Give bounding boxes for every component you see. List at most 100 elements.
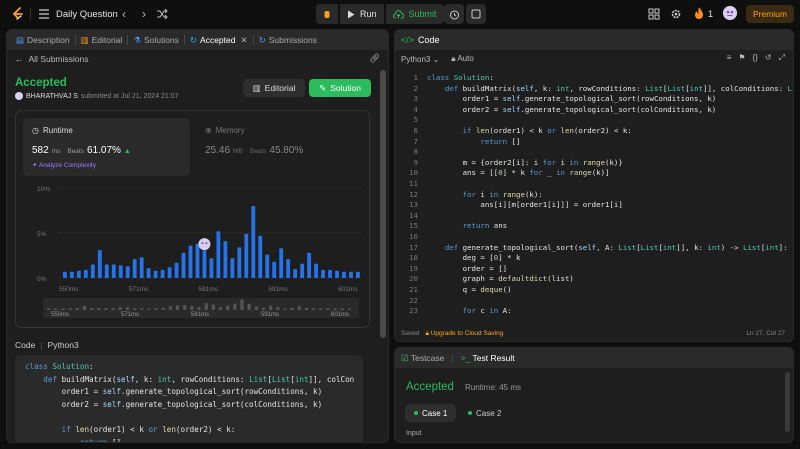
- mini-bar: [226, 305, 230, 310]
- memory-value: 25.46: [205, 145, 231, 156]
- link-icon[interactable]: 🔗︎: [369, 53, 380, 64]
- tab-test-result[interactable]: >_ Test Result: [461, 353, 515, 363]
- premium-button[interactable]: Premium: [746, 5, 794, 23]
- shuffle-icon[interactable]: [156, 8, 168, 20]
- tab-submissions[interactable]: ↻ Submissions: [254, 30, 322, 50]
- runtime-card[interactable]: ◷ Runtime 582 ms Beats 61.07% ▲ ✦ Analyz…: [23, 118, 190, 176]
- mini-bar: [283, 308, 287, 310]
- all-submissions-label: All Submissions: [28, 54, 89, 64]
- chevron-left-icon[interactable]: ‹: [118, 7, 130, 21]
- expand-icon[interactable]: ⤢: [779, 53, 785, 63]
- chart-bar: [195, 243, 200, 278]
- debug-button[interactable]: [316, 4, 338, 24]
- analyze-complexity-link[interactable]: ✦ Analyze Complexity: [32, 161, 96, 169]
- case-1-tab[interactable]: Case 1: [405, 404, 457, 422]
- runtime-title: ◷ Runtime: [32, 126, 73, 135]
- chart-bar: [118, 265, 123, 278]
- line-number: 4: [413, 104, 418, 114]
- mini-bar: [125, 307, 129, 310]
- memory-beats: 45.80%: [269, 145, 304, 156]
- submission-status: Accepted: [15, 77, 67, 89]
- code-line: if len(order1) < k or len(order2) < k:: [462, 126, 632, 135]
- code-line: if len(order1) < k or len(order2) < k:: [61, 424, 236, 434]
- memory-unit: MB: [233, 148, 243, 155]
- auto-toggle[interactable]: 🔒︎ Auto: [451, 54, 474, 64]
- gear-icon[interactable]: [670, 8, 682, 20]
- submission-user[interactable]: BHARATHVAJ S: [26, 93, 78, 100]
- lock-icon: 🔒︎: [451, 54, 456, 63]
- upgrade-link[interactable]: 🔒︎ Upgrade to Cloud Saving: [425, 330, 503, 338]
- notes-icon[interactable]: [466, 4, 486, 24]
- run-button[interactable]: Run: [340, 4, 384, 24]
- chart-bar: [342, 271, 346, 278]
- history-icon: ↻: [189, 34, 198, 45]
- scrollbar[interactable]: [785, 372, 790, 432]
- mini-bar: [118, 307, 122, 310]
- reset-icon[interactable]: ↺: [765, 53, 772, 63]
- braces-icon[interactable]: {}: [753, 53, 758, 63]
- language-select[interactable]: Python3 ⌄: [401, 55, 439, 64]
- line-number: 16: [409, 232, 418, 241]
- line-number: 21: [409, 285, 418, 294]
- line-number: 18: [409, 253, 418, 263]
- scrollbar[interactable]: [380, 70, 386, 338]
- tab-editorial[interactable]: ▥ Editorial: [76, 30, 128, 50]
- all-submissions-link[interactable]: ← All Submissions 🔗︎: [7, 50, 388, 68]
- submitted-code[interactable]: class Solution: def buildMatrix(self, k:…: [15, 355, 363, 442]
- chart-bar: [251, 206, 256, 278]
- chevron-right-icon[interactable]: ›: [138, 7, 150, 21]
- tab-testcase[interactable]: ☑ Testcase: [401, 353, 444, 364]
- mini-bar: [261, 307, 266, 310]
- alarm-clock-icon[interactable]: [444, 4, 464, 24]
- line-number: 9: [413, 157, 418, 167]
- bookmark-icon[interactable]: ⚑: [738, 53, 745, 63]
- fire-streak-icon[interactable]: [694, 7, 704, 20]
- memory-title[interactable]: ⊕ Memory: [205, 126, 245, 135]
- line-number: 13: [409, 200, 418, 210]
- tab-solutions[interactable]: ⚗ Solutions: [128, 30, 184, 50]
- submit-button[interactable]: Submit: [385, 4, 444, 24]
- line-number: 6: [413, 126, 418, 135]
- x-tick-label: 591ms: [268, 286, 288, 292]
- code-editor[interactable]: 1 class Solution: 2 def buildMatrix(self, …: [395, 70, 793, 325]
- solution-button[interactable]: ✎ Solution: [309, 79, 371, 97]
- runtime-distribution-chart[interactable]: 10% 5% 0% 550ms 571ms 581ms 591ms 601ms: [23, 180, 368, 292]
- avatar[interactable]: [723, 6, 737, 20]
- code-editor-panel: </> Code Python3 ⌄ 🔒︎ Auto ≡ ⚑ {} ↺ ⤢ 1c…: [394, 29, 794, 342]
- close-icon[interactable]: ✕: [240, 35, 247, 46]
- problem-list-icon[interactable]: [38, 8, 50, 20]
- format-icon[interactable]: ≡: [727, 53, 732, 63]
- test-result-panel: ☑ Testcase | >_ Test Result Accepted Run…: [394, 347, 794, 443]
- mini-bar: [154, 308, 158, 310]
- layout-grid-icon[interactable]: [648, 8, 660, 20]
- mini-bar: [240, 299, 244, 310]
- mini-tick-label: 571ms: [121, 312, 139, 318]
- leetcode-logo-icon[interactable]: [12, 7, 24, 21]
- pass-dot-icon: [468, 411, 472, 415]
- history-icon: ↻: [258, 34, 266, 45]
- mini-bar: [61, 308, 65, 310]
- tab-description[interactable]: ▤ Description: [11, 30, 75, 50]
- top-bar: Daily Question ‹ › Run Submit 1 Premium: [0, 0, 800, 28]
- divider: |: [40, 340, 43, 350]
- marker-eye: [205, 242, 208, 245]
- save-status: Saved 🔒︎ Upgrade to Cloud Saving: [401, 330, 503, 338]
- submit-label: Submit: [408, 9, 437, 19]
- line-number: 15: [409, 221, 418, 231]
- your-submission-marker: [198, 238, 211, 251]
- runtime-range-slider[interactable]: 550ms 571ms 581ms 591ms 601ms: [43, 298, 359, 318]
- code-line: graph = defaultdict(list): [427, 274, 574, 284]
- code-panel-header: </> Code: [395, 30, 793, 50]
- mini-bar: [47, 308, 51, 310]
- mini-bar: [147, 308, 151, 310]
- y-tick-label: 0%: [37, 276, 47, 283]
- x-tick-label: 601ms: [338, 286, 358, 292]
- editorial-button[interactable]: ▥ Editorial: [243, 79, 305, 97]
- case-2-tab[interactable]: Case 2: [459, 404, 510, 422]
- test-runtime: Runtime: 45 ms: [465, 383, 522, 392]
- tab-label: Submissions: [268, 35, 317, 45]
- code-brackets-icon: </>: [401, 35, 415, 45]
- chart-bar: [237, 247, 242, 278]
- tab-accepted[interactable]: ↻ Accepted ✕: [185, 30, 253, 50]
- problem-list-title[interactable]: Daily Question: [56, 9, 118, 20]
